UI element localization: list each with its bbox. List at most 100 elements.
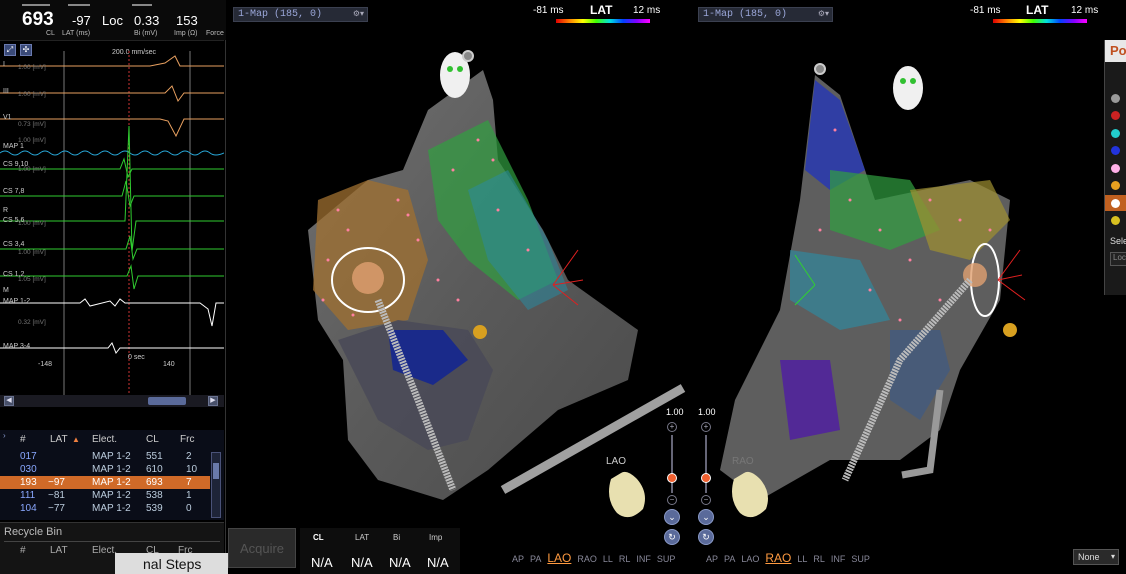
lat-value: -97 [72, 13, 91, 28]
column-header: # [20, 545, 26, 556]
mini-heart-icon [732, 471, 768, 518]
overlay-select[interactable]: None ▾ [1073, 549, 1119, 565]
sort-up-icon[interactable]: ▲ [72, 433, 80, 446]
cl-indicator [22, 4, 50, 6]
table-row[interactable]: 111 −81 MAP 1-2 538 1 [0, 489, 210, 502]
table-scroll-thumb[interactable] [213, 463, 219, 479]
scroll-right-icon[interactable]: ▶ [208, 396, 218, 406]
column-header: Elect. [92, 545, 118, 556]
acquire-button[interactable]: Acquire [228, 528, 296, 568]
zoom-out-icon[interactable]: − [667, 495, 677, 505]
ecg-tracing-area[interactable]: ⤢ ✣ 200.0 mm/sec I 1.00 [mV] III 1.00 [m… [0, 40, 224, 396]
cl-value: 693 [22, 9, 54, 30]
map-view-rao[interactable]: 1-Map (185, 0) ⚙▾ -81 ms LAT 12 ms 1.00 … [690, 0, 1126, 574]
down-arrow-icon[interactable]: ⌄ [698, 509, 714, 525]
imp-value: 153 [176, 13, 198, 28]
scroll-left-icon[interactable]: ◀ [4, 396, 14, 406]
view-sup[interactable]: SUP [657, 554, 676, 564]
tag-color-swatch[interactable] [1111, 94, 1120, 103]
table-header: # LAT ▲ Elect. CL Frc [0, 433, 210, 446]
bi-label: Bi (mV) [134, 30, 158, 37]
view-buttons: AP PA LAO RAO LL RL INF SUP [706, 551, 876, 565]
tag-color-swatch[interactable] [1111, 181, 1120, 190]
lat-indicator [68, 4, 90, 6]
signals-panel: 693 CL -97 LAT (ms) Loc 0.33 Bi (mV) 153… [0, 0, 226, 574]
channel-label: MAP 1 [3, 143, 24, 150]
column-header[interactable]: # [20, 433, 26, 446]
view-sup[interactable]: SUP [851, 554, 870, 564]
zoom-out-icon[interactable]: − [701, 495, 711, 505]
channel-scale: 1.00 [mV] [18, 220, 46, 227]
row-cl: 610 [146, 464, 163, 475]
channel-label: MAP 1-2 [3, 298, 31, 305]
tag-color-swatch[interactable] [1111, 146, 1120, 155]
tag-color-swatch[interactable] [1111, 164, 1120, 173]
readout-value: N/A [351, 555, 373, 570]
stats-bar: 693 CL -97 LAT (ms) Loc 0.33 Bi (mV) 153… [0, 0, 226, 40]
cl-label: CL [46, 30, 55, 37]
bi-value: 0.33 [134, 13, 160, 28]
ecg-scrollbar[interactable]: ◀ ▶ [0, 395, 224, 407]
row-cl: 539 [146, 503, 163, 514]
table-scrollbar[interactable] [211, 452, 221, 518]
column-header[interactable]: Frc [180, 433, 194, 446]
points-table: › # LAT ▲ Elect. CL Frc 017 MAP 1-2 551 … [0, 430, 224, 520]
tag-color-swatch[interactable] [1111, 216, 1120, 225]
row-frc: 1 [186, 490, 192, 501]
zoom-slider-track[interactable] [671, 435, 673, 493]
table-row[interactable]: 104 −77 MAP 1-2 539 0 [0, 502, 210, 515]
table-row-selected[interactable]: 193 −97 MAP 1-2 693 7 [0, 476, 210, 489]
force-label: Force [206, 30, 224, 37]
view-ll[interactable]: LL [603, 554, 613, 564]
zoom-slider-thumb[interactable] [667, 473, 677, 483]
channel-scale: 1.00 [mV] [18, 91, 46, 98]
view-rao[interactable]: RAO [577, 554, 597, 564]
head-orientation-icon [893, 66, 923, 110]
location-input[interactable]: Loc [1110, 252, 1126, 266]
channel-label: CS 3,4 [3, 241, 25, 248]
tag-color-swatch[interactable] [1111, 199, 1120, 208]
channel-label: M [3, 287, 9, 294]
table-row[interactable]: 030 MAP 1-2 610 10 [0, 463, 210, 476]
rotate-handle-icon[interactable] [462, 50, 474, 62]
view-rl[interactable]: RL [619, 554, 631, 564]
down-arrow-icon[interactable]: ⌄ [664, 509, 680, 525]
row-cl: 693 [146, 477, 163, 488]
reset-view-icon[interactable]: ↻ [664, 529, 680, 545]
time-zero: 0 sec [128, 354, 145, 361]
map-view-lao[interactable]: 1-Map (185, 0) ⚙▾ -81 ms LAT 12 ms 1.00 … [228, 0, 688, 574]
scroll-thumb[interactable] [148, 397, 186, 405]
tag-color-swatch[interactable] [1111, 111, 1120, 120]
channel-scale: 1.05 [mV] [18, 276, 46, 283]
column-header[interactable]: LAT [50, 433, 68, 446]
view-lao[interactable]: LAO [547, 551, 571, 565]
zoom-in-icon[interactable]: + [701, 422, 711, 432]
view-rl[interactable]: RL [813, 554, 825, 564]
tag-color-swatch[interactable] [1111, 129, 1120, 138]
row-frc: 7 [186, 477, 192, 488]
view-ll[interactable]: LL [797, 554, 807, 564]
table-row[interactable]: 017 MAP 1-2 551 2 [0, 450, 210, 463]
row-cl: 538 [146, 490, 163, 501]
column-header[interactable]: CL [146, 433, 159, 446]
zoom-slider-track[interactable] [705, 435, 707, 493]
readout-value: N/A [389, 555, 411, 570]
column-header: LAT [50, 545, 68, 556]
view-ap[interactable]: AP [706, 554, 718, 564]
view-inf[interactable]: INF [636, 554, 651, 564]
time-left: -148 [38, 361, 53, 368]
row-cl: 551 [146, 451, 163, 462]
view-pa[interactable]: PA [724, 554, 735, 564]
zoom-in-icon[interactable]: + [667, 422, 677, 432]
view-lao[interactable]: LAO [741, 554, 759, 564]
view-rao[interactable]: RAO [765, 551, 791, 565]
time-right: 140 [163, 361, 175, 368]
view-pa[interactable]: PA [530, 554, 541, 564]
view-inf[interactable]: INF [831, 554, 846, 564]
zoom-slider-thumb[interactable] [701, 473, 711, 483]
view-buttons: AP PA LAO RAO LL RL INF SUP [512, 551, 681, 565]
reset-view-icon[interactable]: ↻ [698, 529, 714, 545]
view-ap[interactable]: AP [512, 554, 524, 564]
rotate-handle-icon[interactable] [814, 63, 826, 75]
column-header[interactable]: Elect. [92, 433, 117, 446]
